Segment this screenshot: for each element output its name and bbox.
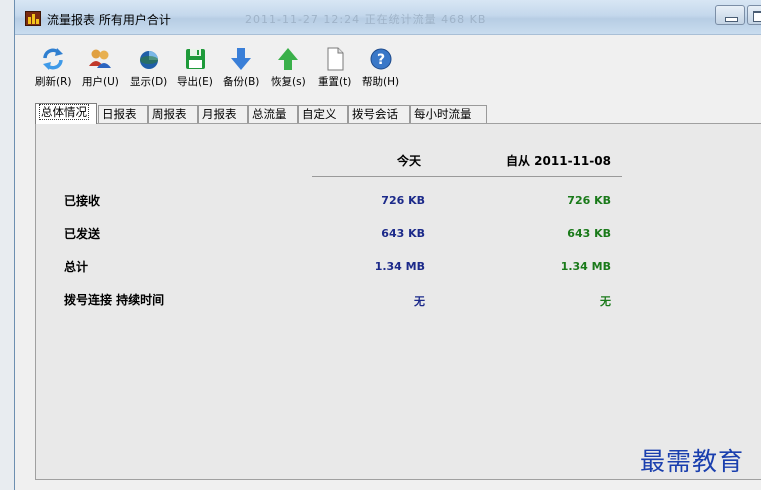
display-label: 显示(D): [130, 76, 168, 88]
toolbar: 刷新(R) 用户(U) 显示(D) 导出(E) 备份(B) 恢复(s) 重置(t…: [15, 46, 761, 92]
users-icon: [89, 49, 112, 68]
refresh-label: 刷新(R): [35, 76, 72, 88]
column-header-today: 今天: [397, 154, 422, 168]
tab-hourly-traffic[interactable]: 每小时流量: [410, 105, 487, 123]
help-button[interactable]: ? 帮助(H): [362, 46, 399, 89]
backup-button[interactable]: 备份(B): [223, 46, 259, 89]
total-since-value: 1.34 MB: [560, 260, 611, 273]
maximize-icon: [753, 11, 761, 22]
dial-duration-today-value: 无: [414, 295, 425, 308]
export-button[interactable]: 导出(E): [177, 46, 213, 89]
help-icon: ?: [370, 48, 392, 70]
sent-today-value: 643 KB: [381, 227, 425, 240]
watermark-text: 最需教育: [640, 447, 745, 476]
users-label: 用户(U): [82, 76, 119, 88]
tab-overview-label: 总体情况: [39, 104, 89, 120]
received-since-value: 726 KB: [567, 194, 611, 207]
arrow-up-icon: [278, 48, 299, 70]
window-title: 流量报表 所有用户合计: [47, 13, 171, 27]
total-today-value: 1.34 MB: [374, 260, 425, 273]
export-label: 导出(E): [177, 76, 213, 88]
traffic-report-window: 流量报表 所有用户合计 2011-11-27 12:24 正在统计流量 468 …: [14, 0, 761, 490]
arrow-down-icon: [231, 48, 252, 70]
tab-overview[interactable]: 总体情况: [35, 103, 97, 124]
window-title-ghost-text: 2011-11-27 12:24 正在统计流量 468 KB: [245, 13, 487, 26]
users-button[interactable]: 用户(U): [82, 46, 119, 89]
display-button[interactable]: 显示(D): [130, 46, 167, 89]
tab-weekly[interactable]: 周报表: [148, 105, 198, 123]
sent-since-value: 643 KB: [567, 227, 611, 240]
backup-label: 备份(B): [223, 76, 260, 88]
display-icon: [139, 51, 158, 69]
header-divider: [312, 176, 622, 177]
dial-duration-since-value: 无: [600, 295, 611, 308]
reset-button[interactable]: 重置(t): [318, 46, 351, 89]
reset-label: 重置(t): [318, 76, 352, 88]
column-header-since: 自从 2011-11-08: [506, 154, 611, 168]
row-label-received: 已接收: [64, 194, 101, 208]
app-bar-chart-icon: [25, 11, 41, 26]
minimize-icon: [725, 17, 738, 22]
blank-page-icon: [327, 47, 344, 71]
tab-dial-sessions[interactable]: 拨号会话: [348, 105, 410, 123]
background-window-edge: [0, 0, 15, 490]
received-today-value: 726 KB: [381, 194, 425, 207]
tab-custom[interactable]: 自定义: [298, 105, 348, 123]
svg-text:?: ?: [376, 52, 384, 68]
tab-daily[interactable]: 日报表: [98, 105, 148, 123]
refresh-button[interactable]: 刷新(R): [35, 46, 72, 89]
row-label-total: 总计: [64, 260, 89, 274]
maximize-button[interactable]: [747, 5, 761, 25]
restore-label: 恢复(s): [271, 76, 306, 88]
save-disk-icon: [185, 49, 205, 69]
tab-total-traffic[interactable]: 总流量: [248, 105, 298, 123]
overview-panel: 今天 自从 2011-11-08 已接收 726 KB 726 KB 已发送 6…: [35, 123, 761, 480]
restore-button[interactable]: 恢复(s): [271, 46, 306, 89]
tab-monthly[interactable]: 月报表: [198, 105, 248, 123]
minimize-button[interactable]: [715, 5, 745, 25]
help-label: 帮助(H): [362, 76, 400, 88]
title-bar[interactable]: 流量报表 所有用户合计 2011-11-27 12:24 正在统计流量 468 …: [15, 0, 761, 35]
row-label-sent: 已发送: [64, 227, 101, 241]
row-label-dial-duration: 拨号连接 持续时间: [64, 293, 165, 307]
refresh-icon: [43, 48, 64, 70]
